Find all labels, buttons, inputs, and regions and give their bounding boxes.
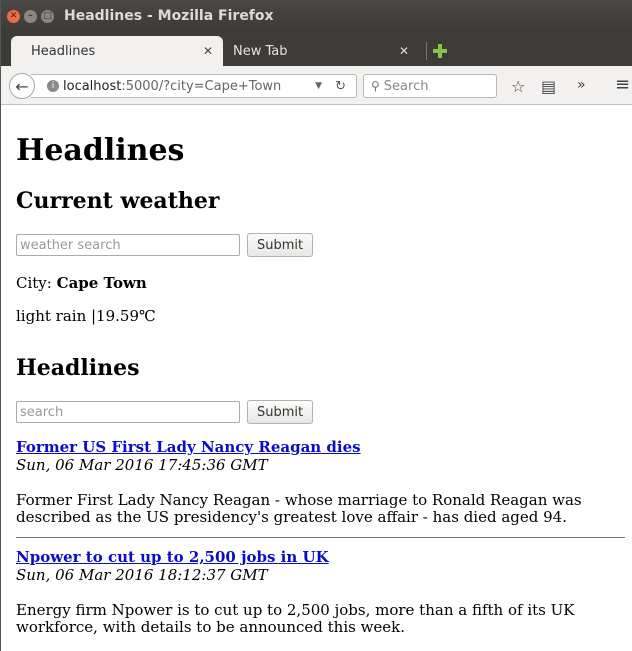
tab-strip: Headlines ✕ New Tab ✕ bbox=[1, 32, 632, 66]
weather-search-placeholder: weather search bbox=[20, 237, 121, 253]
headlines-submit-button[interactable]: Submit bbox=[247, 400, 314, 424]
navigation-toolbar: i localhost:5000/?city=Cape+Town ▼ ↻ ← ⚲… bbox=[1, 66, 632, 105]
article-date: Sun, 06 Mar 2016 18:12:37 GMT bbox=[16, 566, 268, 584]
article-description: Energy firm Npower is to cut up to 2,500… bbox=[16, 601, 575, 636]
window-title: Headlines - Mozilla Firefox bbox=[64, 8, 274, 24]
weather-heading: Current weather bbox=[16, 188, 220, 214]
close-tab-icon[interactable]: ✕ bbox=[203, 44, 213, 58]
overflow-chevron-icon[interactable]: » bbox=[577, 77, 586, 93]
article-item: Former US First Lady Nancy Reagan dies S… bbox=[16, 437, 632, 526]
tab-label: New Tab bbox=[233, 43, 288, 59]
title-bar: ✕ – □ Headlines - Mozilla Firefox bbox=[1, 0, 632, 32]
headlines-search-placeholder: search bbox=[20, 404, 64, 420]
article-title-link[interactable]: Former US First Lady Nancy Reagan dies bbox=[16, 438, 361, 456]
browser-window: ✕ – □ Headlines - Mozilla Firefox Headli… bbox=[0, 0, 632, 651]
browser-search-input[interactable]: ⚲ Search bbox=[363, 74, 497, 98]
weather-submit-button[interactable]: Submit bbox=[247, 233, 314, 257]
minimize-window-icon[interactable]: – bbox=[24, 9, 37, 23]
url-bar[interactable]: i localhost:5000/?city=Cape+Town ▼ ↻ bbox=[31, 74, 357, 98]
weather-search-input[interactable]: weather search bbox=[16, 234, 240, 256]
bookmark-star-icon[interactable]: ☆ bbox=[511, 77, 525, 96]
search-icon: ⚲ bbox=[371, 79, 380, 93]
tab-new-tab[interactable]: New Tab ✕ bbox=[223, 36, 419, 66]
article-description: Former First Lady Nancy Reagan - whose m… bbox=[16, 491, 582, 526]
search-placeholder: Search bbox=[383, 78, 429, 94]
hamburger-menu-icon[interactable]: ≡ bbox=[615, 74, 630, 95]
history-dropdown-icon[interactable]: ▼ bbox=[315, 81, 322, 91]
article-divider bbox=[16, 537, 625, 538]
page-content: Headlines Current weather weather search… bbox=[1, 105, 632, 651]
page-title: Headlines bbox=[16, 133, 185, 168]
tab-separator bbox=[426, 42, 427, 60]
site-info-icon[interactable]: i bbox=[47, 80, 59, 92]
city-line: City: Cape Town bbox=[16, 273, 632, 293]
city-label: City: bbox=[16, 274, 52, 292]
window-controls: ✕ – □ bbox=[7, 9, 54, 23]
close-window-icon[interactable]: ✕ bbox=[7, 9, 20, 23]
back-arrow-icon[interactable]: ← bbox=[9, 73, 35, 99]
article-date: Sun, 06 Mar 2016 17:45:36 GMT bbox=[16, 456, 268, 474]
bookmarks-menu-icon[interactable]: ▤ bbox=[541, 77, 556, 96]
headlines-form: search Submit bbox=[16, 400, 632, 424]
weather-description: light rain |19.59℃ bbox=[16, 307, 156, 325]
maximize-window-icon[interactable]: □ bbox=[41, 9, 54, 23]
close-tab-icon[interactable]: ✕ bbox=[399, 44, 409, 58]
reload-icon[interactable]: ↻ bbox=[335, 79, 346, 94]
tab-headlines[interactable]: Headlines ✕ bbox=[11, 36, 223, 66]
tab-label: Headlines bbox=[31, 43, 96, 59]
url-path: :5000/?city=Cape+Town bbox=[121, 78, 282, 94]
new-tab-plus-icon[interactable] bbox=[433, 44, 447, 58]
headlines-heading: Headlines bbox=[16, 355, 140, 381]
headlines-search-input[interactable]: search bbox=[16, 401, 240, 423]
article-item: Npower to cut up to 2,500 jobs in UK Sun… bbox=[16, 547, 632, 636]
article-title-link[interactable]: Npower to cut up to 2,500 jobs in UK bbox=[16, 548, 329, 566]
weather-form: weather search Submit bbox=[16, 233, 632, 257]
url-host: localhost bbox=[63, 78, 122, 94]
city-value: Cape Town bbox=[56, 274, 147, 292]
